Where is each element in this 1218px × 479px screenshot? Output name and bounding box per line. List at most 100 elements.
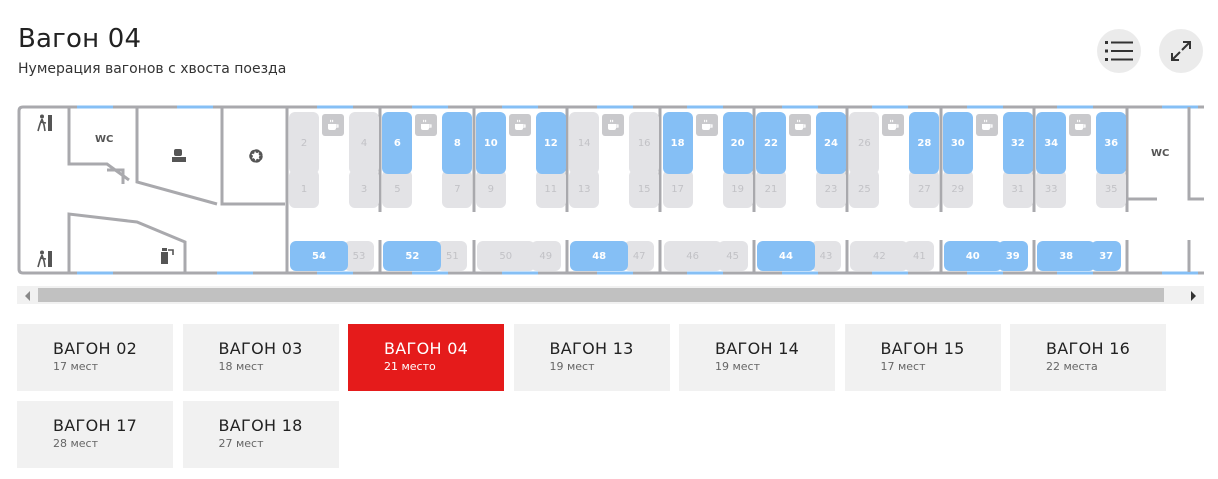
seat-54[interactable]: 54 [290,241,348,271]
seat-29[interactable]: 29 [942,170,973,208]
seat-1[interactable]: 1 [289,170,319,208]
seat-20[interactable]: 20 [722,112,753,174]
car-seat-count: 27 мест [218,437,264,450]
coffee-icon [789,114,811,136]
car-card-13[interactable]: ВАГОН 13 19 мест [513,324,670,391]
seat-30[interactable]: 30 [942,112,973,174]
coffee-icon [695,114,718,136]
seat-51[interactable]: 51 [437,241,468,271]
seat-40[interactable]: 40 [943,241,1002,271]
car-name: ВАГОН 18 [218,416,303,435]
seat-38[interactable]: 38 [1037,241,1096,271]
seat-24[interactable]: 24 [816,112,846,174]
expand-button[interactable] [1159,29,1203,73]
seat-46[interactable]: 46 [663,241,722,271]
car-card-04[interactable]: ВАГОН 04 21 место [348,324,504,391]
seat-44[interactable]: 44 [757,241,815,271]
seat-14[interactable]: 14 [569,112,600,174]
car-seat-count: 17 мест [53,360,99,373]
car-name: ВАГОН 16 [1046,339,1131,358]
car-card-02[interactable]: ВАГОН 02 17 мест [17,324,173,391]
car-card-15[interactable]: ВАГОН 15 17 мест [844,324,1001,391]
seat-3[interactable]: 3 [349,170,379,208]
car-card-18[interactable]: ВАГОН 18 27 мест [182,401,339,468]
seat-50[interactable]: 50 [476,241,535,271]
car-name: ВАГОН 13 [549,339,634,358]
seat-16[interactable]: 16 [629,112,660,174]
seat-26[interactable]: 26 [849,112,880,174]
expand-icon [1170,40,1192,62]
car-card-17[interactable]: ВАГОН 17 28 мест [17,401,173,468]
seat-33[interactable]: 33 [1036,170,1067,208]
seat-34[interactable]: 34 [1036,112,1067,174]
list-icon [1105,40,1133,62]
coffee-icon [322,114,344,136]
car-name: ВАГОН 02 [53,339,138,358]
seat-9[interactable]: 9 [475,170,506,208]
seat-12[interactable]: 12 [535,112,566,174]
seat-19[interactable]: 19 [722,170,753,208]
seat-8[interactable]: 8 [442,112,473,174]
scroll-left-button[interactable] [19,286,37,304]
seat-53[interactable]: 53 [344,241,374,271]
coffee-icon [882,114,905,136]
seat-42[interactable]: 42 [850,241,909,271]
seat-11[interactable]: 11 [535,170,566,208]
seat-36[interactable]: 36 [1096,112,1127,174]
car-name: ВАГОН 15 [880,339,965,358]
seat-22[interactable]: 22 [756,112,786,174]
seat-4[interactable]: 4 [349,112,379,174]
triangle-left-icon [24,286,32,305]
seat-48[interactable]: 48 [570,241,629,271]
seat-21[interactable]: 21 [756,170,786,208]
seat-37[interactable]: 37 [1091,241,1122,271]
seat-18[interactable]: 18 [662,112,693,174]
seat-43[interactable]: 43 [811,241,841,271]
coffee-icon [1069,114,1092,136]
seat-49[interactable]: 49 [530,241,561,271]
seat-6[interactable]: 6 [382,112,413,174]
seat-5[interactable]: 5 [382,170,413,208]
car-card-14[interactable]: ВАГОН 14 19 мест [679,324,835,391]
car-seat-count: 21 место [384,360,436,373]
wc-label-right: WC [1151,148,1170,159]
exit-icon [37,114,53,136]
seat-25[interactable]: 25 [849,170,880,208]
car-name: ВАГОН 14 [715,339,800,358]
car-seat-count: 22 места [1046,360,1098,373]
car-name: ВАГОН 04 [384,339,469,358]
wc-label-left: WC [95,134,114,145]
seat-10[interactable]: 10 [475,112,506,174]
car-card-03[interactable]: ВАГОН 03 18 мест [182,324,339,391]
car-name: ВАГОН 17 [53,416,138,435]
seat-2[interactable]: 2 [289,112,319,174]
seat-7[interactable]: 7 [442,170,473,208]
car-seat-count: 19 мест [549,360,595,373]
list-view-button[interactable] [1097,29,1141,73]
exit-icon [37,250,53,272]
seat-47[interactable]: 47 [624,241,655,271]
staff-icon [171,147,187,167]
seat-39[interactable]: 39 [997,241,1028,271]
triangle-right-icon [1189,286,1197,305]
seat-32[interactable]: 32 [1002,112,1033,174]
coffee-icon [975,114,998,136]
seat-13[interactable]: 13 [569,170,600,208]
car-seat-count: 19 мест [715,360,761,373]
seat-23[interactable]: 23 [816,170,846,208]
seat-31[interactable]: 31 [1002,170,1033,208]
seat-15[interactable]: 15 [629,170,660,208]
seat-45[interactable]: 45 [717,241,748,271]
car-seat-count: 28 мест [53,437,99,450]
seat-27[interactable]: 27 [909,170,940,208]
scroll-right-button[interactable] [1184,286,1202,304]
seat-28[interactable]: 28 [909,112,940,174]
scrollbar-thumb[interactable] [38,288,1164,302]
seat-41[interactable]: 41 [904,241,935,271]
seat-35[interactable]: 35 [1096,170,1127,208]
car-card-16[interactable]: ВАГОН 16 22 места [1010,324,1166,391]
seat-52[interactable]: 52 [383,241,442,271]
fire-extinguisher-icon [159,247,175,269]
horizontal-scrollbar[interactable] [17,286,1204,304]
seat-17[interactable]: 17 [662,170,693,208]
